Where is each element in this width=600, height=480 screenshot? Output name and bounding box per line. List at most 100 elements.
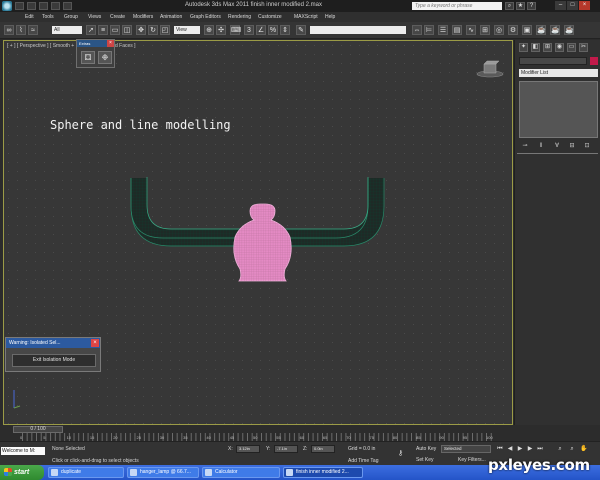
app-logo-icon[interactable]	[2, 1, 12, 11]
sphere-mesh[interactable]	[233, 203, 292, 282]
modifier-stack[interactable]	[519, 81, 598, 138]
object-color-swatch[interactable]	[590, 57, 598, 65]
time-slider[interactable]: 0 / 100	[13, 426, 63, 433]
reference-coordinate-dropdown[interactable]: View	[174, 26, 200, 34]
motion-tab-icon[interactable]: ◉	[555, 43, 564, 52]
task-3ds-max[interactable]: finish inner modified 2...	[283, 467, 363, 478]
maximize-button[interactable]: □	[567, 1, 578, 10]
task-calculator[interactable]: Calculator	[202, 467, 280, 478]
show-end-result-icon[interactable]: ‖	[537, 142, 545, 150]
layer-manager-icon[interactable]: ☰	[438, 25, 448, 35]
bind-space-warp-icon[interactable]: ≈	[28, 25, 38, 35]
add-time-tag[interactable]: Add Time Tag	[348, 458, 378, 464]
keyboard-shortcut-icon[interactable]: ⌨	[230, 25, 241, 35]
menu-help[interactable]: Help	[325, 14, 335, 20]
task-hanger-lamp[interactable]: hanger_lamp @ 66.7...	[127, 467, 199, 478]
pan-icon[interactable]: ✋	[580, 445, 588, 453]
array-icon[interactable]: ⚃	[81, 51, 95, 64]
remove-modifier-icon[interactable]: ⊟	[568, 142, 576, 150]
x-coordinate-field[interactable]: 3.12in	[236, 445, 260, 453]
search-input[interactable]	[412, 2, 502, 10]
rotate-icon[interactable]: ↻	[148, 25, 158, 35]
activeshade-icon[interactable]: ☕	[564, 25, 574, 35]
percent-snap-icon[interactable]: %	[268, 25, 278, 35]
key-icon[interactable]: ⚷	[398, 449, 403, 457]
task-duplicate[interactable]: duplicate	[48, 467, 124, 478]
rendered-frame-icon[interactable]: ▣	[522, 25, 532, 35]
make-unique-icon[interactable]: ∀	[553, 142, 561, 150]
set-key-button[interactable]: Set Key	[416, 457, 434, 463]
warning-close-icon[interactable]: ×	[91, 339, 99, 347]
rectangular-selection-icon[interactable]: ▭	[110, 25, 120, 35]
select-by-name-icon[interactable]: ≡	[98, 25, 108, 35]
key-filters-button[interactable]: Key Filters...	[458, 457, 486, 463]
display-tab-icon[interactable]: ▭	[567, 43, 576, 52]
menu-tools[interactable]: Tools	[42, 14, 54, 20]
key-mode-dropdown[interactable]: Selected	[441, 445, 491, 453]
snap-3-icon[interactable]: 3	[244, 25, 254, 35]
render-iterative-icon[interactable]: ☕	[550, 25, 560, 35]
create-tab-icon[interactable]: ✦	[519, 43, 528, 52]
render-setup-icon[interactable]: ⚙	[508, 25, 518, 35]
mirror-icon[interactable]: ⇔	[412, 25, 422, 35]
extras-close-icon[interactable]: ×	[107, 40, 114, 47]
angle-snap-icon[interactable]: ∠	[256, 25, 266, 35]
menu-edit[interactable]: Edit	[25, 14, 34, 20]
schematic-view-icon[interactable]: ⊞	[480, 25, 490, 35]
help-icon[interactable]: ?	[527, 2, 536, 10]
menu-create[interactable]: Create	[110, 14, 125, 20]
binoculars-icon[interactable]: ⌕	[505, 2, 514, 10]
z-coordinate-field[interactable]: 0.0in	[311, 445, 335, 453]
menu-maxscript[interactable]: MAXScript	[294, 14, 318, 20]
align-icon[interactable]: ⊨	[424, 25, 434, 35]
snapshot-icon[interactable]: ❉	[98, 51, 112, 64]
previous-frame-icon[interactable]: ◀	[506, 445, 514, 453]
menu-group[interactable]: Group	[64, 14, 78, 20]
unlink-icon[interactable]: ⌇	[16, 25, 26, 35]
menu-animation[interactable]: Animation	[160, 14, 182, 20]
modifier-list-dropdown[interactable]: Modifier List	[519, 69, 598, 77]
modify-tab-icon[interactable]: ◧	[531, 43, 540, 52]
menu-modifiers[interactable]: Modifiers	[133, 14, 153, 20]
hierarchy-tab-icon[interactable]: ⊞	[543, 43, 552, 52]
pivot-center-icon[interactable]: ⊕	[204, 25, 214, 35]
go-to-start-icon[interactable]: ⏮	[496, 445, 504, 453]
y-coordinate-field[interactable]: -7.1in	[274, 445, 298, 453]
new-file-icon[interactable]	[15, 2, 24, 10]
zoom-all-icon[interactable]: ⌕	[568, 445, 576, 453]
save-file-icon[interactable]	[39, 2, 48, 10]
named-selection-icon[interactable]: ✎	[296, 25, 306, 35]
zoom-icon[interactable]: ⌕	[556, 445, 564, 453]
configure-sets-icon[interactable]: ⊡	[583, 142, 591, 150]
minimize-button[interactable]: –	[555, 1, 566, 10]
redo-icon[interactable]	[63, 2, 72, 10]
undo-icon[interactable]	[51, 2, 60, 10]
close-button[interactable]: ×	[579, 1, 590, 10]
maxscript-listener[interactable]: Welcome to M:	[1, 447, 45, 455]
move-icon[interactable]: ✥	[136, 25, 146, 35]
star-icon[interactable]: ★	[516, 2, 525, 10]
scale-icon[interactable]: ◰	[160, 25, 170, 35]
object-name-field[interactable]	[519, 57, 587, 65]
window-crossing-icon[interactable]: ◫	[122, 25, 132, 35]
open-file-icon[interactable]	[27, 2, 36, 10]
start-button[interactable]: start	[0, 465, 44, 480]
curve-editor-icon[interactable]: ∿	[466, 25, 476, 35]
menu-rendering[interactable]: Rendering	[228, 14, 251, 20]
graphite-tools-icon[interactable]: ▤	[452, 25, 462, 35]
named-selection-dropdown[interactable]	[310, 26, 406, 34]
auto-key-button[interactable]: Auto Key	[416, 446, 436, 452]
material-editor-icon[interactable]: ◎	[494, 25, 504, 35]
exit-isolation-button[interactable]: Exit Isolation Mode	[12, 354, 96, 367]
link-icon[interactable]: ∞	[4, 25, 14, 35]
menu-customize[interactable]: Customize	[258, 14, 282, 20]
render-production-icon[interactable]: ☕	[536, 25, 546, 35]
next-frame-icon[interactable]: ▶	[526, 445, 534, 453]
play-icon[interactable]: ▶	[516, 445, 524, 453]
go-to-end-icon[interactable]: ⏭	[536, 445, 544, 453]
selection-filter-dropdown[interactable]: All	[52, 26, 82, 34]
menu-graph-editors[interactable]: Graph Editors	[190, 14, 221, 20]
warning-title[interactable]: Warning: Isolated Sel...	[6, 338, 100, 348]
spinner-snap-icon[interactable]: ⇕	[280, 25, 290, 35]
select-object-icon[interactable]: ➚	[86, 25, 96, 35]
